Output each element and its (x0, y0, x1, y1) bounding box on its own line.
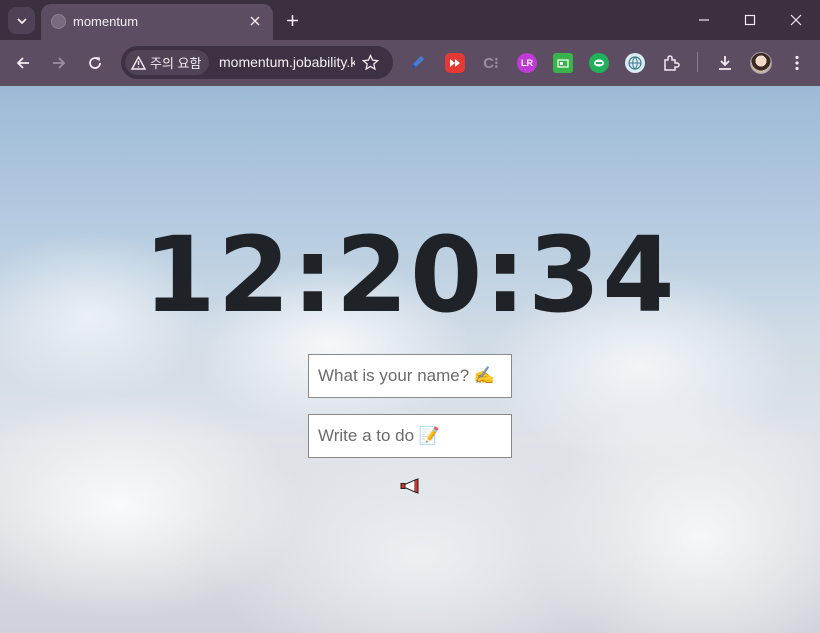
toolbar-divider (697, 52, 698, 72)
star-icon (361, 53, 379, 70)
todo-input[interactable] (308, 414, 512, 458)
maximize-button[interactable] (739, 9, 761, 31)
menu-button[interactable] (787, 53, 807, 73)
close-icon (250, 16, 260, 26)
extensions-button[interactable] (661, 53, 681, 73)
back-icon (16, 57, 29, 69)
extensions-icon (664, 55, 680, 71)
downloads-button[interactable] (715, 53, 735, 73)
name-input[interactable] (308, 354, 512, 398)
warning-icon (131, 55, 146, 70)
forward-icon (53, 57, 66, 69)
minimize-icon (699, 19, 709, 21)
reload-button[interactable] (83, 51, 107, 75)
screen-icon (557, 58, 569, 68)
bookmark-button[interactable] (359, 51, 381, 73)
megaphone-icon[interactable] (400, 478, 420, 494)
more-icon (795, 55, 799, 71)
security-chip[interactable]: 주의 요함 (125, 50, 209, 75)
tab-momentum[interactable]: momentum (41, 4, 273, 40)
chat-icon (594, 59, 604, 67)
new-tab-button[interactable] (281, 9, 303, 31)
fast-forward-icon (450, 59, 460, 67)
extension-lr-icon[interactable]: LR (517, 53, 537, 73)
profile-avatar[interactable] (750, 52, 772, 74)
extension-globe-icon[interactable] (625, 53, 645, 73)
tab-title: momentum (73, 14, 139, 29)
tab-search-button[interactable] (8, 7, 35, 34)
chevron-down-icon (16, 17, 27, 24)
extension-pen-icon[interactable] (407, 53, 427, 73)
reload-icon (89, 57, 101, 69)
download-icon (719, 56, 731, 70)
window-close-button[interactable] (785, 9, 807, 31)
back-button[interactable] (11, 51, 35, 75)
close-icon (790, 14, 802, 26)
forward-button[interactable] (47, 51, 71, 75)
minimize-button[interactable] (693, 9, 715, 31)
globe-icon (51, 14, 66, 29)
maximize-icon (744, 14, 756, 26)
url-text[interactable]: momentum.jobability.kr (219, 54, 355, 70)
security-label: 주의 요함 (150, 56, 202, 71)
tab-close-button[interactable] (245, 11, 265, 31)
address-bar[interactable]: 주의 요함 momentum.jobability.kr (121, 46, 393, 79)
extension-chat-icon[interactable] (589, 53, 609, 73)
extension-video-icon[interactable] (445, 53, 465, 73)
extension-screen-icon[interactable] (553, 53, 573, 73)
clock: 12:20:34 (143, 214, 677, 336)
plus-icon (286, 14, 298, 26)
title-bar: momentum (0, 0, 820, 40)
page-content: 12:20:34 (0, 86, 820, 633)
extension-c-icon[interactable]: C⁝ (481, 53, 501, 73)
globe-icon (628, 56, 642, 70)
pen-icon (411, 56, 424, 69)
